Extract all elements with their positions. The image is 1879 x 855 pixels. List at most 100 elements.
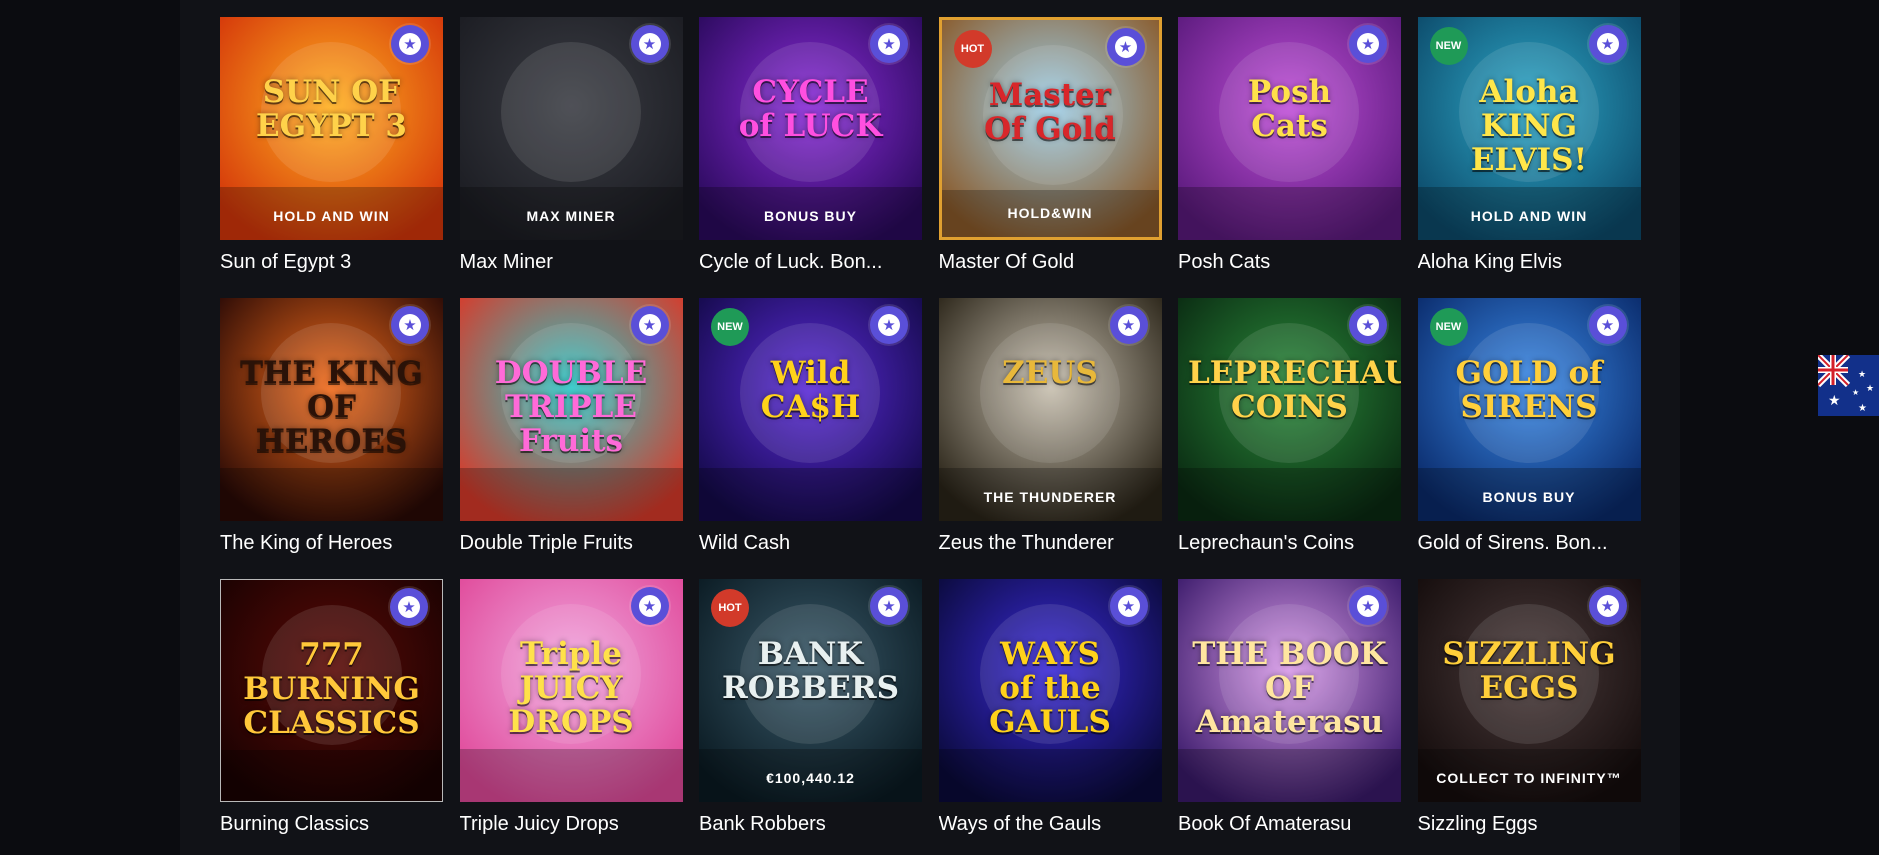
game-art-subtitle: COLLECT TO INFINITY™	[1436, 770, 1622, 786]
status-badge: HOT	[953, 30, 992, 68]
game-card[interactable]: DOUBLE TRIPLE Fruits ★ Double Triple Fruit…	[459, 298, 683, 579]
game-card[interactable]: SUN OF EGYPT 3 HOLD AND WIN ★ Sun of Egypt …	[220, 17, 443, 298]
game-art-title: SIZZLING EGGS	[1442, 636, 1616, 706]
favorite-button[interactable]: ★	[391, 306, 429, 344]
favorite-button[interactable]: ★	[1106, 28, 1145, 66]
games-grid: SUN OF EGYPT 3 HOLD AND WIN ★ Sun of Egypt …	[220, 17, 1641, 855]
game-thumbnail[interactable]: GOLD of SIRENS BONUS BUY NEW ★	[1417, 298, 1641, 521]
star-icon: ★	[1357, 595, 1379, 617]
game-title[interactable]: Sizzling Eggs	[1418, 812, 1641, 836]
game-card[interactable]: THE KING OF HEROES ★ The King of Heroes	[220, 298, 443, 579]
status-badge: NEW	[711, 308, 749, 346]
game-title[interactable]: Burning Classics	[220, 812, 443, 836]
game-thumbnail[interactable]: BANK ROBBERS €100,440.12 HOT ★	[699, 579, 922, 802]
star-icon: ★	[1596, 314, 1619, 336]
game-title[interactable]: Cycle of Luck. Bon...	[699, 250, 922, 274]
game-card[interactable]: CYCLE of LUCK BONUS BUY ★ Cycle of Luck. Bo…	[699, 17, 922, 298]
favorite-button[interactable]: ★	[1588, 587, 1627, 625]
game-card[interactable]: SIZZLING EGGS COLLECT TO INFINITY™ ★ Sizzli…	[1417, 579, 1641, 855]
star-icon: ★	[878, 595, 900, 617]
game-thumbnail[interactable]: WAYS of the GAULS ★	[938, 579, 1162, 802]
svg-text:★: ★	[1828, 393, 1841, 409]
game-card[interactable]: Posh Cats ★ Posh Cats	[1178, 17, 1401, 298]
game-art-title: Master Of Gold	[984, 77, 1116, 147]
svg-text:★: ★	[1852, 388, 1859, 397]
game-thumbnail[interactable]: ZEUS THE THUNDERER ★	[938, 298, 1162, 521]
favorite-button[interactable]: ★	[870, 25, 908, 63]
star-icon: ★	[399, 33, 421, 55]
favorite-button[interactable]: ★	[630, 25, 669, 63]
game-thumbnail[interactable]: LEPRECHAUN'S COINS ★	[1178, 298, 1401, 521]
game-art-subtitle: BONUS BUY	[1482, 489, 1576, 505]
star-icon: ★	[399, 314, 421, 336]
favorite-button[interactable]: ★	[1349, 25, 1387, 63]
game-card[interactable]: MAX MINER ★ Max Miner	[459, 17, 683, 298]
favorite-button[interactable]: ★	[630, 587, 669, 625]
game-card[interactable]: LEPRECHAUN'S COINS ★ Leprechaun's Coins	[1178, 298, 1401, 579]
main-content: SUN OF EGYPT 3 HOLD AND WIN ★ Sun of Egypt …	[180, 0, 1680, 855]
game-thumbnail[interactable]: Master Of Gold HOLD&WIN HOT ★	[938, 17, 1162, 240]
game-title[interactable]: Posh Cats	[1178, 250, 1401, 274]
game-thumbnail[interactable]: THE BOOK OF Amaterasu ★	[1178, 579, 1401, 802]
language-flag-button[interactable]: ★ ★ ★ ★ ★	[1818, 355, 1879, 416]
favorite-button[interactable]: ★	[390, 588, 428, 626]
game-title[interactable]: Triple Juicy Drops	[460, 812, 683, 836]
game-art-subtitle: BONUS BUY	[763, 208, 857, 224]
game-thumbnail[interactable]: 777 BURNING CLASSICS ★	[220, 579, 443, 802]
favorite-button[interactable]: ★	[870, 587, 908, 625]
game-title[interactable]: Sun of Egypt 3	[220, 250, 443, 274]
game-card[interactable]: Master Of Gold HOLD&WIN HOT ★ Master Of Gold	[938, 17, 1162, 298]
game-thumbnail[interactable]: SIZZLING EGGS COLLECT TO INFINITY™ ★	[1417, 579, 1641, 802]
game-title[interactable]: The King of Heroes	[220, 531, 443, 555]
game-art-title: BANK ROBBERS	[722, 636, 899, 706]
game-title[interactable]: Aloha King Elvis	[1418, 250, 1641, 274]
game-thumbnail[interactable]: Posh Cats ★	[1178, 17, 1401, 240]
game-thumbnail[interactable]: THE KING OF HEROES ★	[220, 298, 443, 521]
game-title[interactable]: Bank Robbers	[699, 812, 922, 836]
game-card[interactable]: THE BOOK OF Amaterasu ★ Book Of Amaterasu	[1178, 579, 1401, 855]
star-icon: ★	[878, 314, 900, 336]
game-art-title: THE BOOK OF Amaterasu	[1192, 636, 1387, 740]
game-title[interactable]: Leprechaun's Coins	[1178, 531, 1401, 555]
game-art-title: GOLD of SIRENS	[1455, 355, 1603, 425]
game-thumbnail[interactable]: CYCLE of LUCK BONUS BUY ★	[699, 17, 922, 240]
star-icon: ★	[1357, 33, 1379, 55]
game-card[interactable]: Aloha KING ELVIS! HOLD AND WIN NEW ★ Aloha K…	[1417, 17, 1641, 298]
favorite-button[interactable]: ★	[1588, 25, 1627, 63]
game-title[interactable]: Zeus the Thunderer	[939, 531, 1162, 555]
game-title[interactable]: Gold of Sirens. Bon...	[1418, 531, 1641, 555]
game-card[interactable]: 777 BURNING CLASSICS ★ Burning Classics	[220, 579, 443, 855]
game-art-subtitle: HOLD&WIN	[1007, 205, 1093, 221]
favorite-button[interactable]: ★	[1349, 587, 1387, 625]
game-thumbnail[interactable]: DOUBLE TRIPLE Fruits ★	[459, 298, 683, 521]
game-art-subtitle: HOLD AND WIN	[1470, 208, 1588, 224]
favorite-button[interactable]: ★	[1109, 306, 1148, 344]
game-card[interactable]: BANK ROBBERS €100,440.12 HOT ★ Bank Robbers	[699, 579, 922, 855]
game-card[interactable]: WAYS of the GAULS ★ Ways of the Gauls	[938, 579, 1162, 855]
game-thumbnail[interactable]: SUN OF EGYPT 3 HOLD AND WIN ★	[220, 17, 443, 240]
game-card[interactable]: Wild CA$H NEW ★ Wild Cash	[699, 298, 922, 579]
game-title[interactable]: Max Miner	[460, 250, 683, 274]
game-thumbnail[interactable]: Triple JUICY DROPS ★	[459, 579, 683, 802]
favorite-button[interactable]: ★	[630, 306, 669, 344]
favorite-button[interactable]: ★	[391, 25, 429, 63]
game-card[interactable]: ZEUS THE THUNDERER ★ Zeus the Thunderer	[938, 298, 1162, 579]
star-icon: ★	[1117, 314, 1140, 336]
star-icon: ★	[638, 33, 661, 55]
favorite-button[interactable]: ★	[1349, 306, 1387, 344]
game-title[interactable]: Ways of the Gauls	[939, 812, 1162, 836]
game-thumbnail[interactable]: MAX MINER ★	[459, 17, 683, 240]
game-title[interactable]: Master Of Gold	[939, 250, 1162, 274]
game-title[interactable]: Book Of Amaterasu	[1178, 812, 1401, 836]
game-card[interactable]: GOLD of SIRENS BONUS BUY NEW ★ Gold of Siren…	[1417, 298, 1641, 579]
favorite-button[interactable]: ★	[1109, 587, 1148, 625]
game-card[interactable]: Triple JUICY DROPS ★ Triple Juicy Drops	[459, 579, 683, 855]
game-thumbnail[interactable]: Aloha KING ELVIS! HOLD AND WIN NEW ★	[1417, 17, 1641, 240]
star-icon: ★	[1114, 36, 1137, 58]
game-title[interactable]: Wild Cash	[699, 531, 922, 555]
favorite-button[interactable]: ★	[870, 306, 908, 344]
favorite-button[interactable]: ★	[1588, 306, 1627, 344]
game-art-subtitle: HOLD AND WIN	[273, 208, 390, 224]
game-thumbnail[interactable]: Wild CA$H NEW ★	[699, 298, 922, 521]
game-title[interactable]: Double Triple Fruits	[460, 531, 683, 555]
